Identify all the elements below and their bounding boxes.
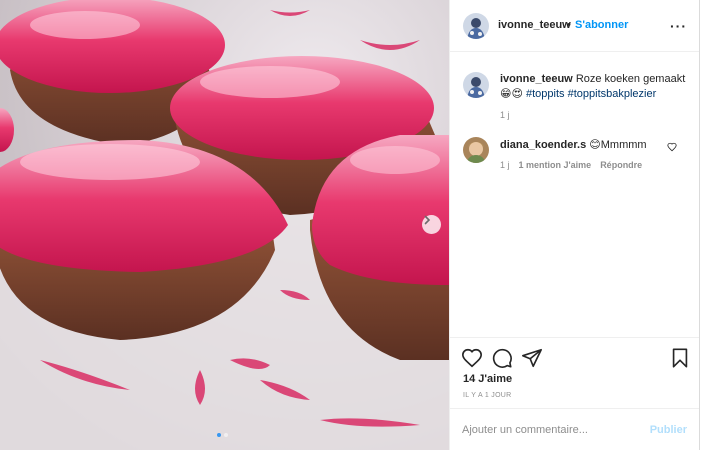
likes-count[interactable]: 14 J'aime (463, 373, 512, 385)
comment-composer: Publier (450, 408, 699, 450)
caption-username-link[interactable]: ivonne_teeuw (500, 73, 573, 85)
post-header: ivonne_teeuw • S'abonner ··· (450, 0, 699, 52)
post-comment-button[interactable]: Publier (650, 424, 687, 436)
comment-likes-link[interactable]: 1 mention J'aime (519, 160, 592, 170)
post-date[interactable]: IL Y A 1 JOUR (463, 392, 512, 399)
chevron-right-icon (424, 215, 431, 225)
comment-text: diana_koender.s 😊Mmmmm (500, 138, 647, 151)
author-username-link[interactable]: ivonne_teeuw (498, 19, 571, 31)
follow-button[interactable]: S'abonner (575, 19, 628, 31)
pink-cakes-photo (0, 0, 449, 450)
commenter-avatar[interactable] (463, 137, 489, 163)
carousel-indicator (217, 433, 228, 437)
reply-button[interactable]: Répondre (600, 160, 642, 170)
carousel-dot (224, 433, 228, 437)
hashtag-toppitsbakplezier[interactable]: #toppitsbakplezier (568, 88, 657, 100)
comment-timestamp[interactable]: 1 j (500, 160, 510, 170)
comment-heart-icon[interactable] (667, 142, 677, 152)
comment-input[interactable] (462, 421, 642, 439)
bookmark-icon[interactable] (669, 347, 691, 369)
commenter-username-link[interactable]: diana_koender.s (500, 139, 586, 151)
post-side-panel: ivonne_teeuw • S'abonner ··· ivonne_teeu… (449, 0, 700, 450)
heart-icon[interactable] (461, 347, 483, 369)
caption-timestamp[interactable]: 1 j (500, 110, 510, 120)
header-separator: • (567, 19, 571, 31)
post-media[interactable] (0, 0, 449, 450)
author-avatar[interactable] (463, 13, 489, 39)
caption-author-avatar[interactable] (463, 72, 489, 98)
caption-body: Roze koeken gemaakt (575, 73, 686, 85)
comment-item: diana_koender.s 😊Mmmmm 1 j 1 mention J'a… (450, 127, 699, 177)
caption-text: ivonne_teeuw Roze koeken gemaakt 😁😍 #top… (500, 72, 690, 102)
more-options-icon[interactable]: ··· (670, 18, 687, 34)
action-bar (450, 337, 699, 377)
carousel-next-button[interactable] (422, 215, 441, 234)
carousel-dot-active (217, 433, 221, 437)
hashtag-toppits[interactable]: #toppits (526, 88, 565, 100)
caption-emojis: 😁😍 (500, 88, 523, 100)
comment-meta: 1 j 1 mention J'aime Répondre (500, 160, 642, 170)
comment-icon[interactable] (491, 347, 513, 369)
comment-body: Mmmmm (600, 139, 647, 151)
paper-plane-icon[interactable] (521, 347, 543, 369)
comment-emoji: 😊 (589, 139, 601, 151)
